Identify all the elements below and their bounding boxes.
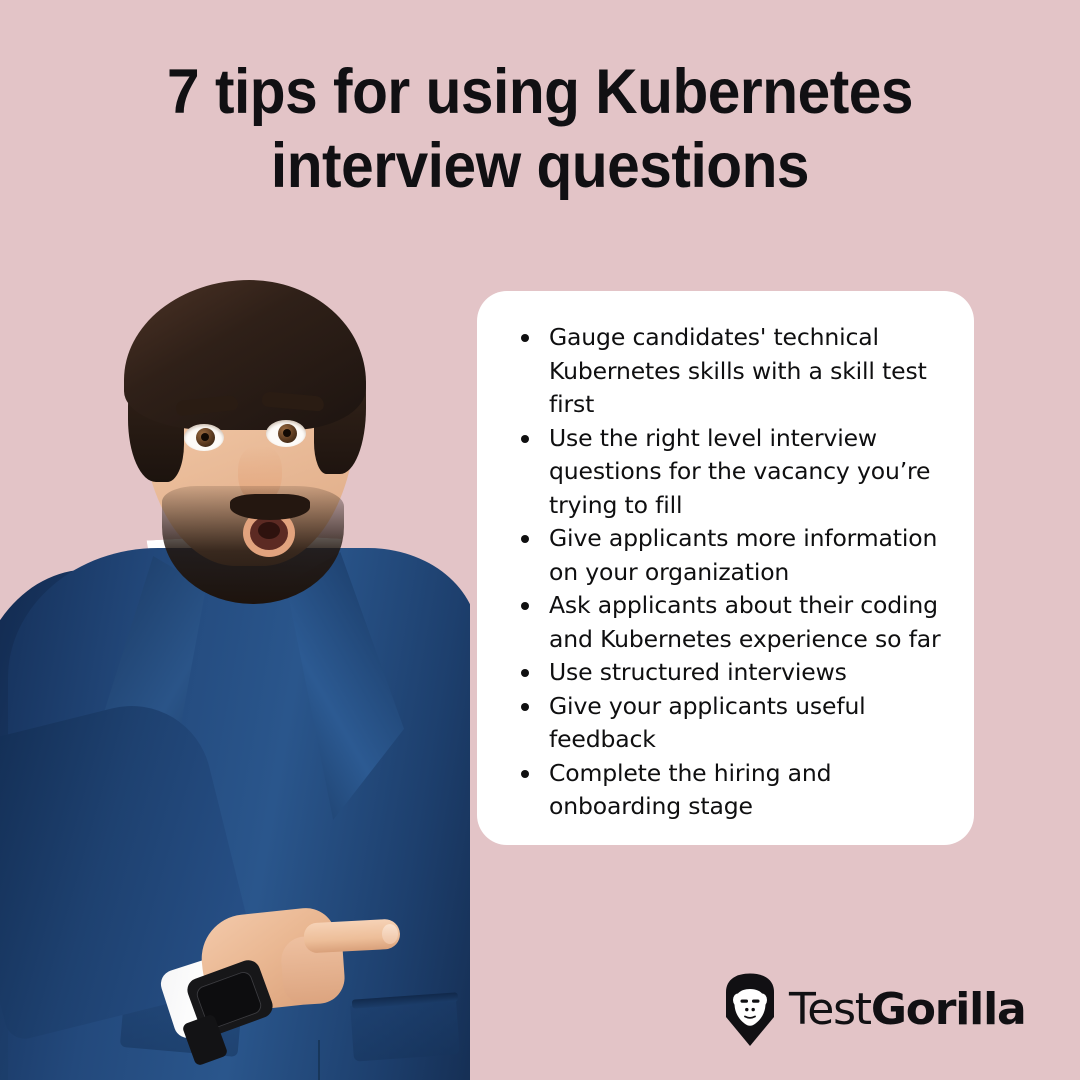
tips-list: Gauge candidates' technical Kubernetes s… bbox=[519, 321, 950, 824]
page-title: 7 tips for using Kubernetes interview qu… bbox=[38, 56, 1042, 203]
list-item: Ask applicants about their coding and Ku… bbox=[519, 589, 950, 656]
logo-text-gorilla: Gorilla bbox=[870, 984, 1027, 1035]
page-title-line-1: 7 tips for using Kubernetes bbox=[167, 57, 913, 127]
person-illustration bbox=[0, 270, 470, 1080]
testgorilla-wordmark: TestGorilla bbox=[789, 988, 1027, 1032]
list-item: Give applicants more information on your… bbox=[519, 522, 950, 589]
list-item: Use structured interviews bbox=[519, 656, 950, 690]
moustache bbox=[230, 494, 310, 520]
testgorilla-logo[interactable]: TestGorilla bbox=[722, 973, 1027, 1047]
logo-text-test: Test bbox=[789, 984, 872, 1035]
list-item: Give your applicants useful feedback bbox=[519, 690, 950, 757]
list-item: Use the right level interview questions … bbox=[519, 422, 950, 523]
jacket-seam bbox=[318, 1040, 320, 1080]
mouth-opening bbox=[258, 522, 280, 539]
fingernail bbox=[382, 924, 398, 944]
poster-canvas: 7 tips for using Kubernetes interview qu… bbox=[0, 0, 1080, 1080]
pupil-right bbox=[283, 429, 291, 437]
page-title-line-2: interview questions bbox=[270, 130, 810, 201]
gorilla-pencil-icon bbox=[726, 973, 774, 1046]
hair bbox=[124, 280, 366, 430]
list-item: Complete the hiring and onboarding stage bbox=[519, 757, 950, 824]
pointing-hand bbox=[181, 894, 401, 1067]
list-item: Gauge candidates' technical Kubernetes s… bbox=[519, 321, 950, 422]
person-photo bbox=[0, 270, 470, 1080]
pupil-left bbox=[201, 433, 209, 441]
tips-card: Gauge candidates' technical Kubernetes s… bbox=[477, 291, 974, 845]
